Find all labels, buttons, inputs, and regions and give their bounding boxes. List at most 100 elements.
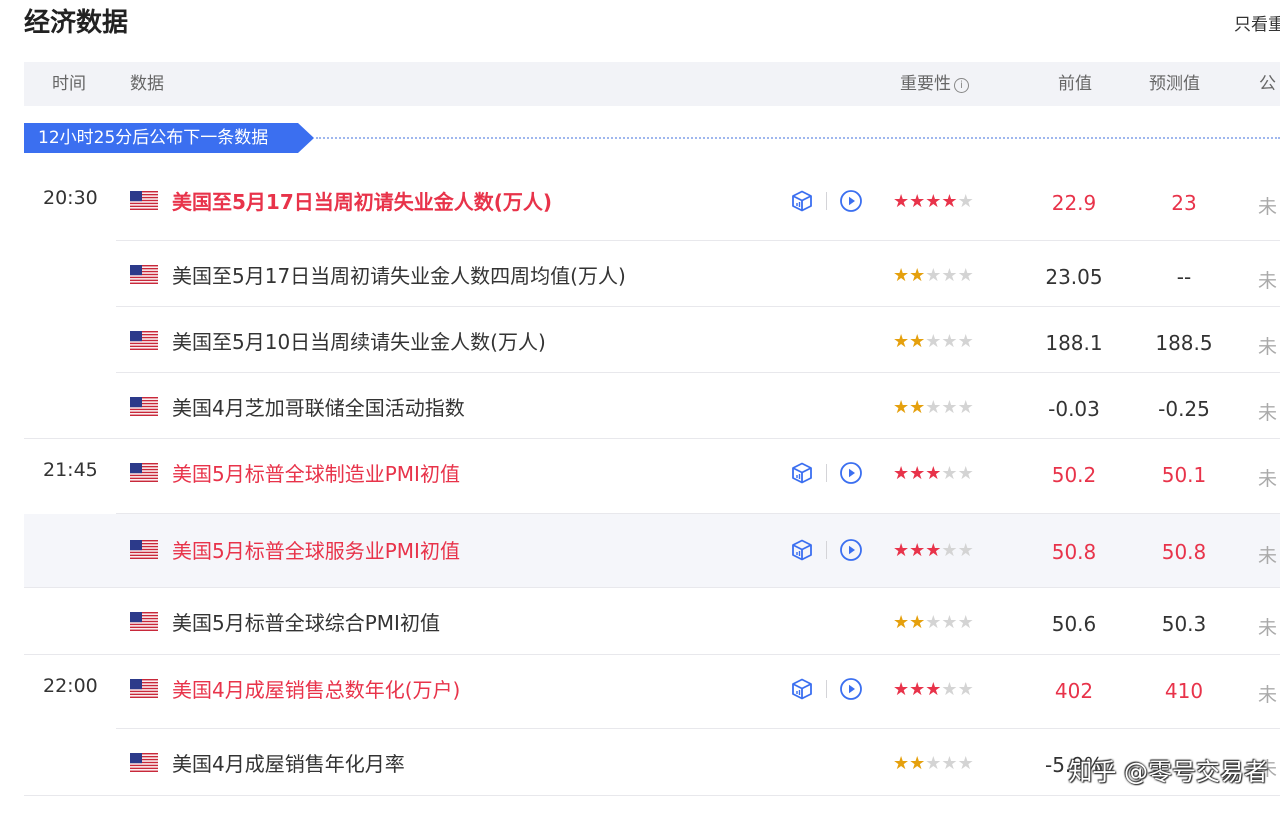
- event-name[interactable]: 美国5月标普全球制造业PMI初值: [172, 458, 460, 487]
- importance-stars: ★★★★★: [893, 331, 974, 352]
- importance-stars: ★★★★★: [893, 612, 974, 633]
- star-icon: ★: [941, 397, 958, 418]
- star-icon: ★: [909, 753, 926, 774]
- event-name[interactable]: 美国至5月17日当周初请失业金人数(万人): [172, 186, 552, 215]
- banner-text: 12小时25分后公布下一条数据: [24, 123, 298, 153]
- previous-value: 22.9: [1051, 191, 1097, 215]
- event-name[interactable]: 美国5月标普全球综合PMI初值: [172, 607, 440, 636]
- star-icon: ★: [925, 753, 942, 774]
- event-name[interactable]: 美国4月成屋销售年化月率: [172, 748, 405, 777]
- star-icon: ★: [957, 331, 974, 352]
- star-icon: ★: [893, 612, 910, 633]
- star-icon: ★: [925, 540, 942, 561]
- header-published: 公: [1259, 74, 1276, 94]
- importance-stars: ★★★★★: [893, 753, 974, 774]
- us-flag-icon: [130, 612, 158, 631]
- star-icon: ★: [941, 191, 958, 212]
- forecast-value: 410: [1164, 679, 1204, 703]
- star-icon: ★: [957, 191, 974, 212]
- star-icon: ★: [909, 612, 926, 633]
- previous-value: 188.1: [1045, 331, 1103, 355]
- publish-status: 未: [1258, 270, 1278, 292]
- play-icon[interactable]: [839, 189, 863, 213]
- star-icon: ★: [925, 463, 942, 484]
- star-icon: ★: [925, 679, 942, 700]
- star-icon: ★: [909, 463, 926, 484]
- star-icon: ★: [941, 265, 958, 286]
- star-icon: ★: [909, 397, 926, 418]
- star-icon: ★: [925, 331, 942, 352]
- star-icon: ★: [925, 612, 942, 633]
- us-flag-icon: [130, 331, 158, 350]
- play-icon[interactable]: [839, 538, 863, 562]
- event-name[interactable]: 美国5月标普全球服务业PMI初值: [172, 535, 460, 564]
- data-cube-icon[interactable]: [790, 461, 814, 485]
- importance-stars: ★★★★★: [893, 540, 974, 561]
- star-icon: ★: [925, 397, 942, 418]
- us-flag-icon: [130, 265, 158, 284]
- separator: [826, 541, 827, 559]
- us-flag-icon: [130, 191, 158, 210]
- data-cube-icon[interactable]: [790, 677, 814, 701]
- star-icon: ★: [893, 265, 910, 286]
- table-row[interactable]: 22:00 美国4月成屋销售总数年化(万户) ★★★★★ 402 410 未: [24, 655, 1280, 729]
- publish-status: 未: [1258, 336, 1278, 358]
- event-time: 20:30: [43, 187, 98, 209]
- table-row[interactable]: 美国5月标普全球综合PMI初值 ★★★★★ 50.6 50.3 未: [24, 588, 1280, 655]
- us-flag-icon: [130, 540, 158, 559]
- star-icon: ★: [957, 265, 974, 286]
- star-icon: ★: [893, 463, 910, 484]
- importance-stars: ★★★★★: [893, 463, 974, 484]
- event-name[interactable]: 美国至5月10日当周续请失业金人数(万人): [172, 326, 546, 355]
- forecast-value: 50.3: [1161, 612, 1207, 636]
- importance-stars: ★★★★★: [893, 679, 974, 700]
- header-importance-label: 重要性: [900, 74, 951, 94]
- event-name[interactable]: 美国4月芝加哥联储全国活动指数: [172, 392, 465, 421]
- table-row[interactable]: 美国5月标普全球服务业PMI初值 ★★★★★ 50.8 50.8 未: [24, 514, 1280, 588]
- previous-value: 402: [1054, 679, 1094, 703]
- forecast-value: 188.5: [1155, 331, 1213, 355]
- only-important-toggle[interactable]: 只看重: [1234, 10, 1280, 35]
- publish-status: 未: [1258, 684, 1278, 706]
- star-icon: ★: [957, 679, 974, 700]
- star-icon: ★: [909, 191, 926, 212]
- previous-value: 50.8: [1051, 540, 1097, 564]
- star-icon: ★: [941, 679, 958, 700]
- star-icon: ★: [909, 679, 926, 700]
- star-icon: ★: [957, 753, 974, 774]
- header-previous: 前值: [1058, 74, 1092, 94]
- separator: [826, 464, 827, 482]
- page-title: 经济数据: [24, 8, 129, 38]
- star-icon: ★: [941, 753, 958, 774]
- event-name[interactable]: 美国4月成屋销售总数年化(万户): [172, 674, 460, 703]
- play-icon[interactable]: [839, 677, 863, 701]
- table-row[interactable]: 21:45 美国5月标普全球制造业PMI初值 ★★★★★ 50.2 50.1 未: [24, 439, 1280, 514]
- event-name[interactable]: 美国至5月17日当周初请失业金人数四周均值(万人): [172, 260, 626, 289]
- table-row[interactable]: 美国至5月17日当周初请失业金人数四周均值(万人) ★★★★★ 23.05 -- 未: [24, 241, 1280, 307]
- table-row[interactable]: 20:30 美国至5月17日当周初请失业金人数(万人) ★★★★★ 22.9 23 未: [24, 165, 1280, 241]
- publish-status: 未: [1258, 196, 1278, 218]
- table-row[interactable]: 美国至5月10日当周续请失业金人数(万人) ★★★★★ 188.1 188.5 未: [24, 307, 1280, 373]
- header-data: 数据: [130, 74, 164, 94]
- us-flag-icon: [130, 679, 158, 698]
- star-icon: ★: [957, 463, 974, 484]
- table-row[interactable]: 美国4月芝加哥联储全国活动指数 ★★★★★ -0.03 -0.25 未: [24, 373, 1280, 439]
- info-icon[interactable]: i: [954, 78, 969, 93]
- star-icon: ★: [893, 753, 910, 774]
- forecast-value: -0.25: [1158, 397, 1210, 421]
- data-cube-icon[interactable]: [790, 189, 814, 213]
- previous-value: 23.05: [1045, 265, 1103, 289]
- divider: [24, 795, 1280, 796]
- data-cube-icon[interactable]: [790, 538, 814, 562]
- forecast-value: 23: [1171, 191, 1197, 215]
- watermark: 知乎 @零号交易者: [1068, 758, 1268, 786]
- importance-stars: ★★★★★: [893, 265, 974, 286]
- star-icon: ★: [893, 331, 910, 352]
- star-icon: ★: [941, 463, 958, 484]
- play-icon[interactable]: [839, 461, 863, 485]
- star-icon: ★: [957, 397, 974, 418]
- star-icon: ★: [925, 191, 942, 212]
- star-icon: ★: [941, 540, 958, 561]
- star-icon: ★: [957, 540, 974, 561]
- us-flag-icon: [130, 463, 158, 482]
